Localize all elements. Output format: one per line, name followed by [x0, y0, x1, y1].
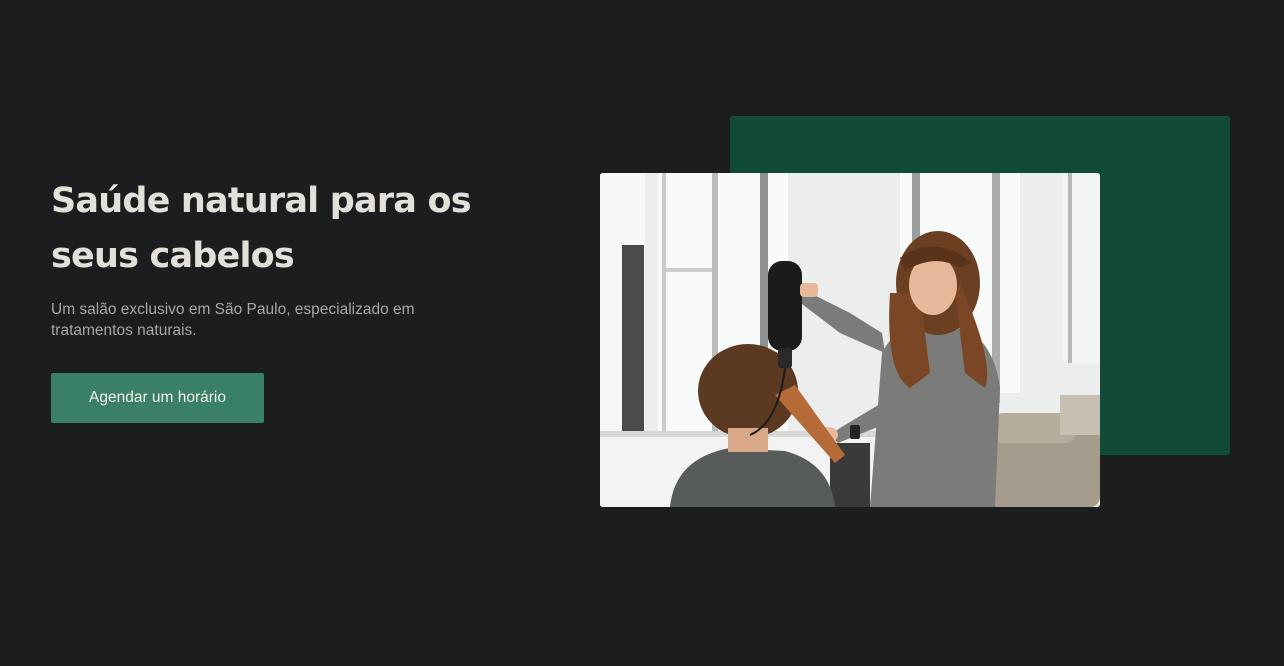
- book-appointment-button[interactable]: Agendar um horário: [51, 373, 264, 423]
- salon-photo-illustration: [600, 173, 1100, 507]
- hero-section: Saúde natural para os seus cabelos Um sa…: [0, 0, 1284, 666]
- hero-photo: [600, 173, 1100, 507]
- hero-title: Saúde natural para os seus cabelos: [51, 181, 472, 276]
- hero-subtitle: Um salão exclusivo em São Paulo, especia…: [51, 301, 415, 339]
